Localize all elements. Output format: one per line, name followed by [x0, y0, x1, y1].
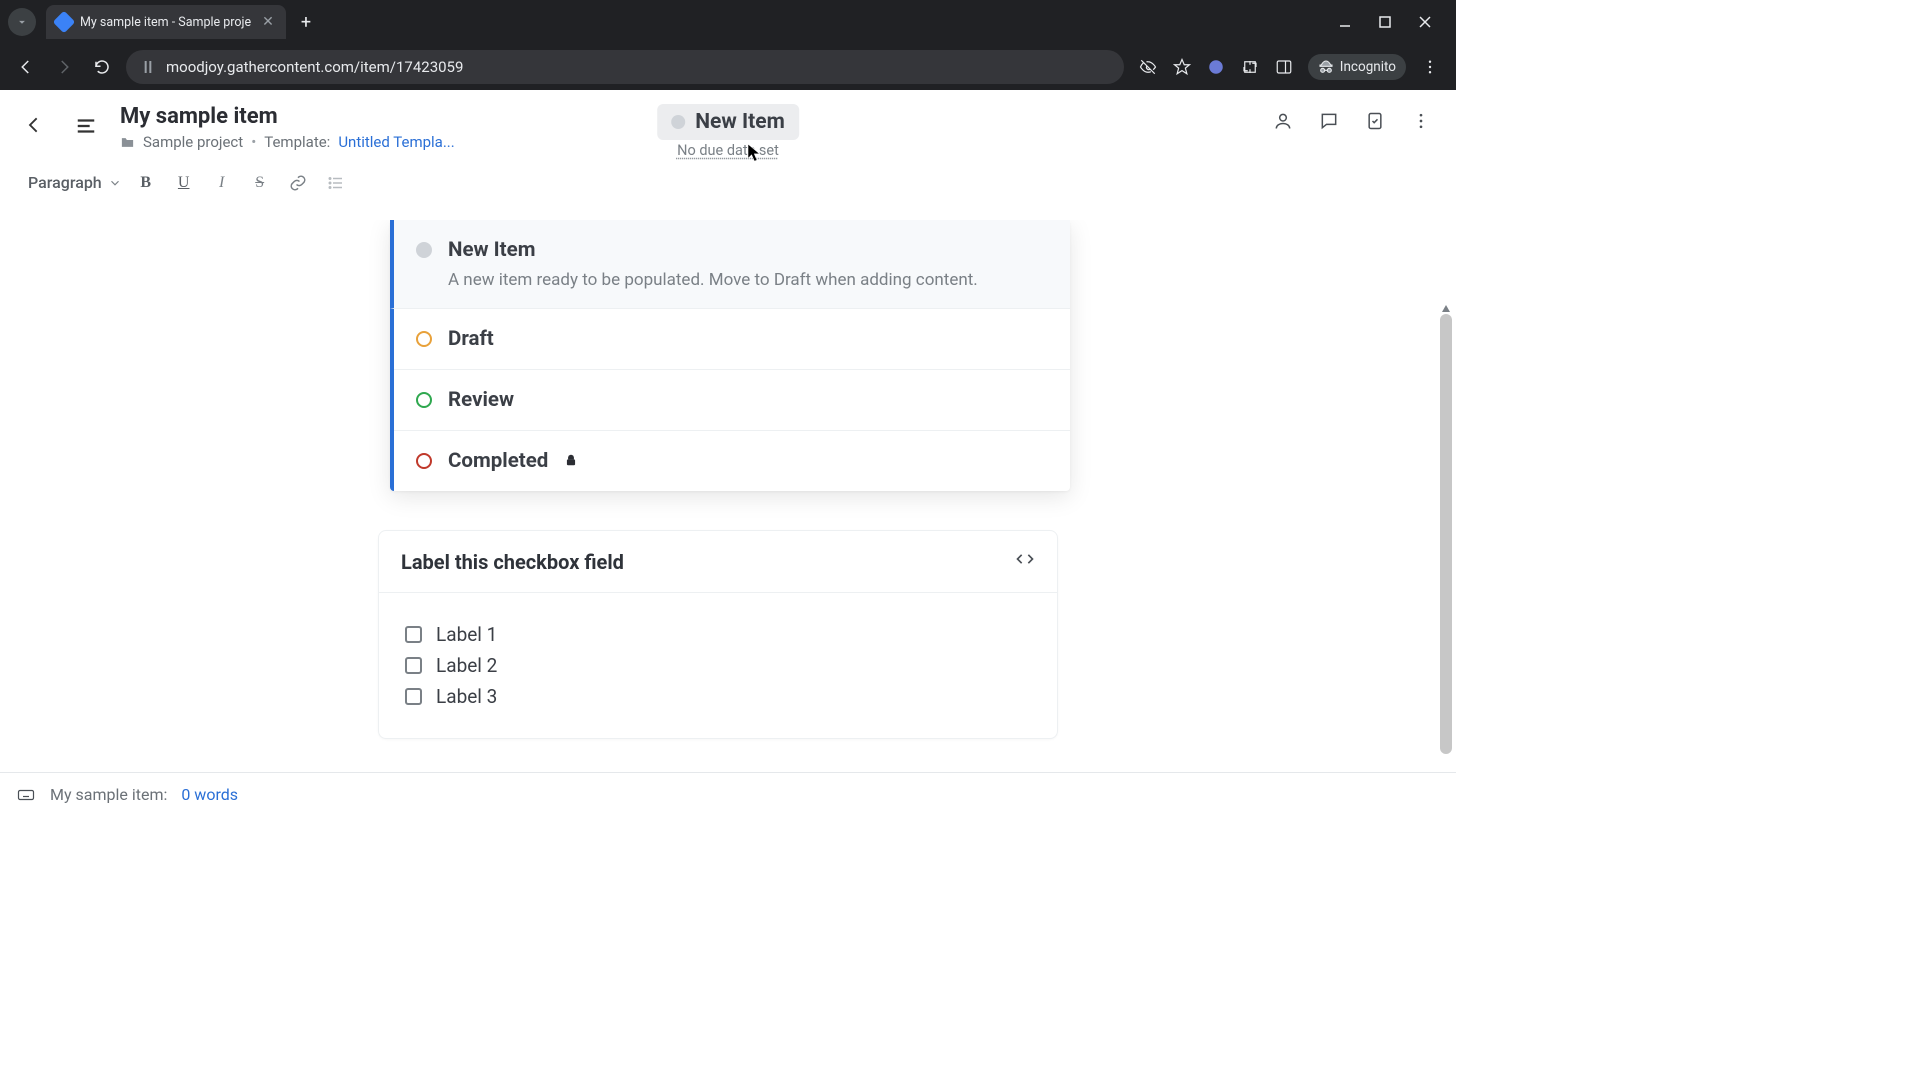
- status-option-review[interactable]: Review: [394, 370, 1070, 431]
- eye-off-icon[interactable]: [1138, 57, 1158, 77]
- item-title[interactable]: My sample item: [120, 104, 455, 129]
- side-panel-icon[interactable]: [1274, 57, 1294, 77]
- reload-button[interactable]: [88, 53, 116, 81]
- status-label: New Item: [695, 110, 785, 134]
- status-option-completed[interactable]: Completed: [394, 431, 1070, 491]
- app-header: My sample item Sample project • Template…: [0, 90, 1456, 162]
- app-back-button[interactable]: [18, 108, 52, 142]
- assignees-button[interactable]: [1272, 110, 1294, 132]
- extensions-icon[interactable]: [1240, 57, 1260, 77]
- due-date-link[interactable]: No due date set: [677, 142, 779, 159]
- checkbox-icon: [405, 657, 422, 674]
- browser-tab[interactable]: My sample item - Sample proje ✕: [46, 5, 286, 39]
- tab-search-button[interactable]: [8, 8, 36, 36]
- list-button[interactable]: [322, 169, 350, 197]
- status-color-icon: [416, 242, 432, 258]
- content-canvas[interactable]: New Item A new item ready to be populate…: [0, 220, 1456, 772]
- maximize-button[interactable]: [1376, 13, 1394, 31]
- underline-button[interactable]: U: [170, 169, 198, 197]
- tasks-button[interactable]: [1364, 110, 1386, 132]
- checkbox-icon: [405, 688, 422, 705]
- footer: My sample item: 0 words: [0, 772, 1456, 816]
- status-color-icon: [416, 392, 432, 408]
- browser-menu-icon[interactable]: [1420, 57, 1440, 77]
- window-close-button[interactable]: [1416, 13, 1434, 31]
- incognito-badge[interactable]: Incognito: [1308, 54, 1406, 80]
- app-root: My sample item Sample project • Template…: [0, 90, 1456, 816]
- bookmark-icon[interactable]: [1172, 57, 1192, 77]
- checkbox-option[interactable]: Label 3: [405, 685, 1031, 708]
- status-option-title: New Item: [448, 238, 535, 262]
- link-button[interactable]: [284, 169, 312, 197]
- incognito-label: Incognito: [1340, 59, 1396, 75]
- scrollbar[interactable]: [1440, 314, 1452, 764]
- breadcrumb: Sample project • Template: Untitled Temp…: [120, 133, 455, 151]
- template-prefix: Template:: [264, 133, 330, 151]
- bold-button[interactable]: B: [132, 169, 160, 197]
- checkbox-option-label: Label 1: [436, 623, 497, 646]
- separator: •: [251, 133, 256, 151]
- template-link[interactable]: Untitled Templa...: [338, 133, 454, 151]
- new-tab-button[interactable]: +: [292, 8, 320, 36]
- status-dot-icon: [671, 115, 685, 129]
- outline-toggle-button[interactable]: [66, 106, 106, 146]
- status-color-icon: [416, 453, 432, 469]
- text-style-dropdown[interactable]: Paragraph: [28, 173, 122, 192]
- more-menu-button[interactable]: [1410, 110, 1432, 132]
- text-style-label: Paragraph: [28, 173, 102, 192]
- url-text: moodjoy.gathercontent.com/item/17423059: [166, 58, 463, 76]
- footer-item-name: My sample item:: [50, 785, 167, 804]
- keyboard-icon[interactable]: [16, 786, 36, 804]
- checkbox-field-card: Label this checkbox field Label 1 Label …: [378, 530, 1058, 739]
- scroll-up-icon[interactable]: [1440, 300, 1452, 312]
- favicon-icon: [53, 11, 76, 34]
- checkbox-option-label: Label 3: [436, 685, 497, 708]
- checkbox-field-label[interactable]: Label this checkbox field: [401, 550, 624, 574]
- browser-chrome: My sample item - Sample proje ✕ + moodjo…: [0, 0, 1456, 90]
- status-color-icon: [416, 331, 432, 347]
- folder-icon: [120, 135, 135, 150]
- forward-button[interactable]: [50, 53, 78, 81]
- comments-button[interactable]: [1318, 110, 1340, 132]
- code-icon[interactable]: [1015, 549, 1035, 574]
- url-bar: moodjoy.gathercontent.com/item/17423059 …: [0, 44, 1456, 90]
- status-dropdown[interactable]: New Item A new item ready to be populate…: [390, 220, 1070, 491]
- profile-icon[interactable]: [1206, 57, 1226, 77]
- status-option-title: Review: [448, 388, 514, 412]
- scrollbar-thumb[interactable]: [1440, 314, 1452, 754]
- back-button[interactable]: [12, 53, 40, 81]
- site-settings-icon[interactable]: [140, 59, 156, 75]
- checkbox-option[interactable]: Label 1: [405, 623, 1031, 646]
- status-option-new-item[interactable]: New Item A new item ready to be populate…: [390, 220, 1070, 309]
- editor-toolbar: Paragraph B U I S: [0, 162, 1456, 204]
- italic-button[interactable]: I: [208, 169, 236, 197]
- lock-icon: [564, 452, 578, 471]
- minimize-button[interactable]: [1336, 13, 1354, 31]
- status-option-title: Completed: [448, 449, 548, 473]
- checkbox-icon: [405, 626, 422, 643]
- status-selector[interactable]: New Item: [657, 104, 799, 140]
- incognito-icon: [1318, 59, 1334, 75]
- tab-title: My sample item - Sample proje: [80, 15, 252, 30]
- word-count-link[interactable]: 0 words: [181, 785, 238, 804]
- status-option-title: Draft: [448, 327, 494, 351]
- url-field[interactable]: moodjoy.gathercontent.com/item/17423059: [126, 50, 1124, 84]
- project-link[interactable]: Sample project: [143, 133, 243, 151]
- checkbox-option[interactable]: Label 2: [405, 654, 1031, 677]
- status-option-draft[interactable]: Draft: [394, 309, 1070, 370]
- strikethrough-button[interactable]: S: [246, 169, 274, 197]
- close-icon[interactable]: ✕: [260, 14, 276, 30]
- tab-strip: My sample item - Sample proje ✕ +: [0, 0, 1456, 44]
- status-option-desc: A new item ready to be populated. Move t…: [448, 270, 1048, 290]
- checkbox-option-label: Label 2: [436, 654, 497, 677]
